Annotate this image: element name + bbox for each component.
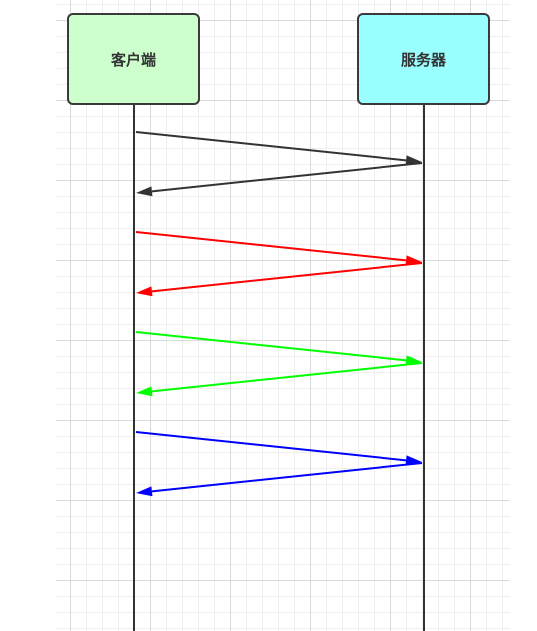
message-arrow xyxy=(136,362,423,397)
message-line xyxy=(135,231,407,262)
arrowhead-icon xyxy=(136,486,153,497)
message-arrow xyxy=(135,331,422,366)
message-arrow xyxy=(135,431,422,466)
message-line xyxy=(151,462,423,493)
message-line xyxy=(135,331,407,362)
message-line xyxy=(135,131,407,162)
message-arrow xyxy=(135,131,422,166)
message-line xyxy=(151,162,423,193)
client-participant-box: 客户端 xyxy=(67,13,200,105)
message-arrow xyxy=(136,262,423,297)
client-label: 客户端 xyxy=(110,50,156,69)
server-label: 服务器 xyxy=(400,50,446,69)
message-line xyxy=(135,431,407,462)
message-arrows xyxy=(135,131,423,497)
message-arrow xyxy=(136,162,423,197)
arrowhead-icon xyxy=(136,286,153,297)
message-arrow xyxy=(135,231,422,266)
server-participant-box: 服务器 xyxy=(357,13,490,105)
message-arrow xyxy=(136,462,423,497)
message-line xyxy=(151,362,423,393)
arrowhead-icon xyxy=(136,386,153,397)
sequence-diagram: 客户端 服务器 xyxy=(0,0,537,631)
arrowhead-icon xyxy=(136,186,153,197)
message-line xyxy=(151,262,423,293)
